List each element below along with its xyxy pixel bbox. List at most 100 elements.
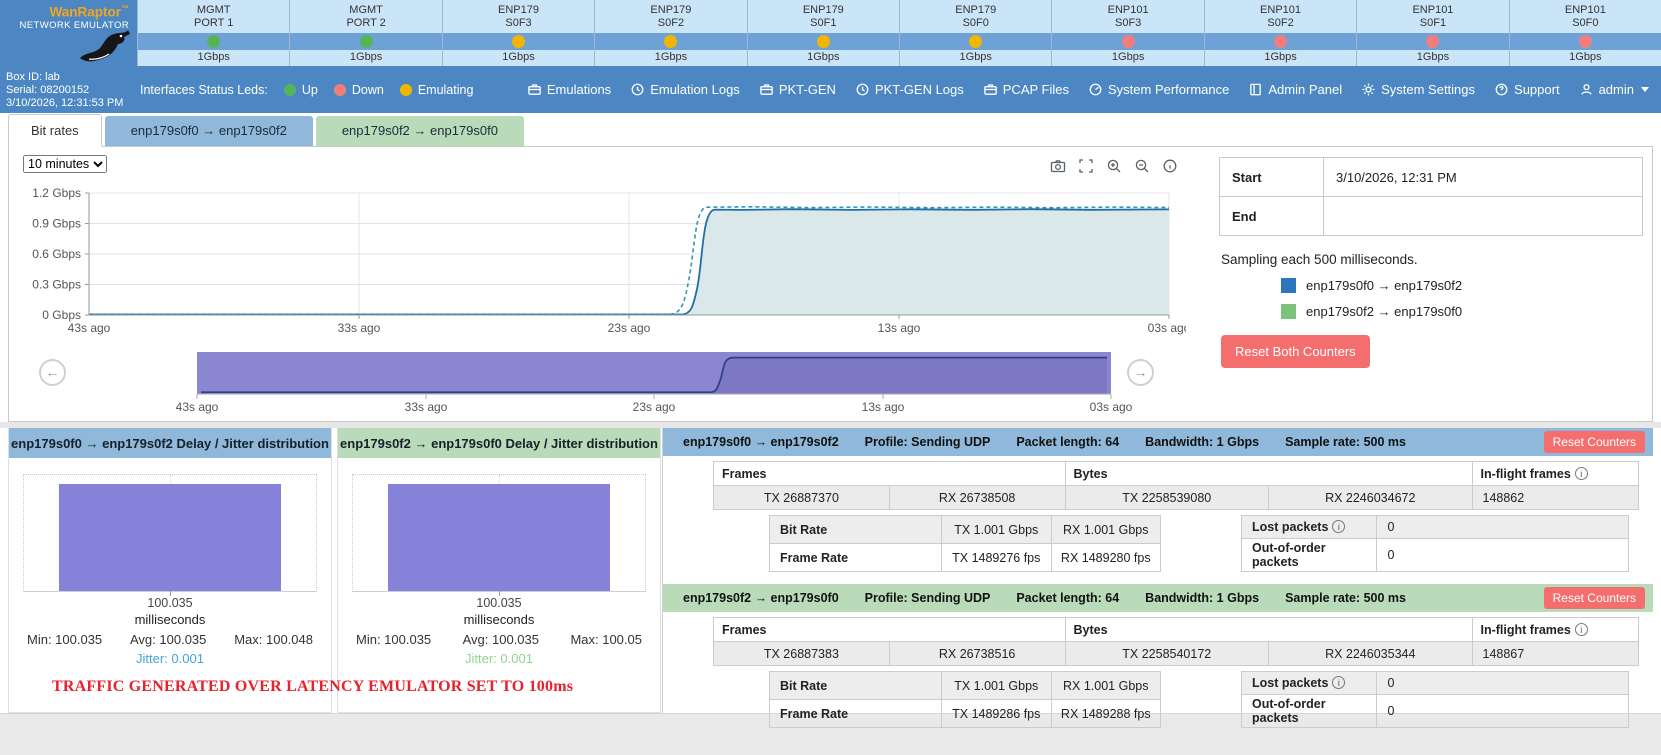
port-enp101s0f3[interactable]: ENP101S0F3 1Gbps bbox=[1051, 0, 1203, 66]
port-name-line1: ENP179 bbox=[748, 4, 899, 17]
port-enp101s0f2[interactable]: ENP101S0F2 1Gbps bbox=[1204, 0, 1356, 66]
port-rate: 1Gbps bbox=[1357, 50, 1508, 66]
bytes-tx: TX 2258540172 bbox=[1065, 642, 1269, 666]
clock-icon bbox=[630, 82, 645, 97]
zoom-out-icon[interactable] bbox=[1133, 157, 1151, 175]
port-name-line2: S0F3 bbox=[443, 17, 594, 30]
stats-title: enp179s0f2 → enp179s0f0 bbox=[683, 591, 839, 605]
frames-tx: TX 26887383 bbox=[714, 642, 890, 666]
bitrates-card: 10 minutes 1.2 Gbps 0.9 Gbps 0.6 Gbps bbox=[8, 146, 1653, 422]
svg-text:0 Gbps: 0 Gbps bbox=[42, 308, 81, 322]
info-icon[interactable] bbox=[1575, 467, 1588, 480]
reset-counters-button[interactable]: Reset Counters bbox=[1544, 431, 1645, 453]
port-status-led bbox=[1579, 35, 1592, 48]
zoom-in-icon[interactable] bbox=[1105, 157, 1123, 175]
distributions-section: enp179s0f0 → enp179s0f2 Delay / Jitter d… bbox=[0, 428, 663, 713]
port-enp179s0f0[interactable]: ENP179S0F0 1Gbps bbox=[899, 0, 1051, 66]
nav-emulations[interactable]: Emulations bbox=[527, 82, 611, 97]
min-value: Min: 100.035 bbox=[27, 632, 102, 647]
port-rate: 1Gbps bbox=[1205, 50, 1356, 66]
led-legend-down: Down bbox=[334, 83, 384, 97]
sampling-note: Sampling each 500 milliseconds. bbox=[1221, 252, 1655, 267]
bitrate-tx: TX 1.001 Gbps bbox=[942, 672, 1051, 700]
legend-item-forward[interactable]: enp179s0f0 → enp179s0f2 bbox=[1219, 278, 1655, 293]
ports-header: WanRaptor™ NETWORK EMULATOR MGMTPORT 1 1… bbox=[0, 0, 1661, 66]
out-of-order-label: Out-of-order packets bbox=[1242, 695, 1377, 728]
rate-table: Bit Rate TX 1.001 Gbps RX 1.001 Gbps Fra… bbox=[769, 671, 1161, 728]
port-name-line2: S0F2 bbox=[595, 17, 746, 30]
reset-counters-button[interactable]: Reset Counters bbox=[1544, 587, 1645, 609]
tab-enp179s0f2-to-enp179s0f0[interactable]: enp179s0f2 → enp179s0f0 bbox=[316, 116, 524, 146]
svg-text:1.2 Gbps: 1.2 Gbps bbox=[32, 186, 81, 200]
info-icon[interactable] bbox=[1332, 520, 1345, 533]
bottom-section: enp179s0f0 → enp179s0f2 Delay / Jitter d… bbox=[0, 428, 1661, 713]
histogram-unit: milliseconds bbox=[338, 612, 660, 627]
time-range-select[interactable]: 10 minutes bbox=[23, 155, 107, 173]
nav-emulation-logs[interactable]: Emulation Logs bbox=[630, 82, 740, 97]
info-icon[interactable] bbox=[1332, 676, 1345, 689]
x-axis-labels: 43s ago 33s ago 23s ago 13s ago 03s ago bbox=[68, 321, 1186, 335]
legend-item-reverse[interactable]: enp179s0f2 → enp179s0f0 bbox=[1219, 304, 1655, 319]
pan-left-button[interactable]: ← bbox=[39, 359, 66, 386]
chart-navigator[interactable]: 43s ago 33s ago 23s ago 13s ago 03s ago bbox=[21, 352, 1186, 414]
svg-text:33s ago: 33s ago bbox=[338, 321, 381, 335]
tab-bit-rates[interactable]: Bit rates bbox=[8, 114, 102, 147]
start-end-table: Start 3/10/2026, 12:31 PM End bbox=[1219, 157, 1643, 236]
jitter-value: Jitter: 0.001 bbox=[338, 651, 660, 666]
lost-packets-label: Lost packets bbox=[1242, 672, 1377, 695]
chevron-down-icon bbox=[1641, 87, 1649, 92]
port-status-led bbox=[1274, 35, 1287, 48]
frames-rx: RX 26738508 bbox=[889, 486, 1065, 510]
navigator-ticks bbox=[197, 394, 1111, 399]
system-info: Box ID: lab Serial: 08200152 3/10/2026, … bbox=[6, 71, 123, 110]
tab-enp179s0f0-to-enp179s0f2[interactable]: enp179s0f0 → enp179s0f2 bbox=[105, 116, 313, 146]
port-mgmt-port-2[interactable]: MGMTPORT 2 1Gbps bbox=[289, 0, 441, 66]
nav-pkt-gen[interactable]: PKT-GEN bbox=[759, 82, 836, 97]
svg-text:43s ago: 43s ago bbox=[68, 321, 111, 335]
stats-sample-rate: Sample rate: 500 ms bbox=[1285, 435, 1406, 449]
port-enp101s0f1[interactable]: ENP101S0F1 1Gbps bbox=[1356, 0, 1508, 66]
frames-bytes-table: Frames Bytes In-flight frames TX 2688737… bbox=[713, 461, 1639, 510]
led-legend-up: Up bbox=[284, 83, 318, 97]
port-status-led bbox=[1426, 35, 1439, 48]
fullscreen-icon[interactable] bbox=[1077, 157, 1095, 175]
stats-packet-length: Packet length: 64 bbox=[1016, 591, 1119, 605]
histogram-tick-label: 100.035 bbox=[338, 596, 660, 610]
frames-header: Frames bbox=[714, 618, 1066, 642]
svg-text:13s ago: 13s ago bbox=[862, 400, 905, 414]
brand-name: WanRaptor bbox=[50, 5, 122, 20]
nav-support[interactable]: Support bbox=[1494, 82, 1560, 97]
port-mgmt-port-1[interactable]: MGMTPORT 1 1Gbps bbox=[137, 0, 289, 66]
port-enp179s0f1[interactable]: ENP179S0F1 1Gbps bbox=[747, 0, 899, 66]
framerate-rx: RX 1489280 fps bbox=[1051, 544, 1161, 572]
down-led-icon bbox=[334, 84, 346, 96]
svg-text:43s ago: 43s ago bbox=[176, 400, 219, 414]
navigator-labels: 43s ago 33s ago 23s ago 13s ago 03s ago bbox=[176, 400, 1133, 414]
led-legend-label: Interfaces Status Leds: bbox=[140, 83, 268, 97]
port-rate: 1Gbps bbox=[595, 50, 746, 66]
nav-pcap-files[interactable]: PCAP Files bbox=[983, 82, 1069, 97]
info-icon[interactable] bbox=[1575, 623, 1588, 636]
frames-tx: TX 26887370 bbox=[714, 486, 890, 510]
nav-system-settings[interactable]: System Settings bbox=[1361, 82, 1475, 97]
nav-system-performance[interactable]: System Performance bbox=[1088, 82, 1229, 97]
port-status-led bbox=[664, 35, 677, 48]
nav-admin-panel[interactable]: Admin Panel bbox=[1248, 82, 1342, 97]
reset-both-counters-button[interactable]: Reset Both Counters bbox=[1221, 335, 1370, 368]
svg-text:0.6 Gbps: 0.6 Gbps bbox=[32, 247, 81, 261]
port-name-line1: ENP101 bbox=[1357, 4, 1508, 17]
stats-section: enp179s0f0 → enp179s0f2 Profile: Sending… bbox=[663, 428, 1661, 713]
port-enp101s0f0[interactable]: ENP101S0F0 1Gbps bbox=[1509, 0, 1661, 66]
nav-user-menu[interactable]: admin bbox=[1579, 82, 1649, 97]
port-enp179s0f3[interactable]: ENP179S0F3 1Gbps bbox=[442, 0, 594, 66]
briefcase-icon bbox=[983, 82, 998, 97]
bitrate-chart[interactable]: 1.2 Gbps 0.9 Gbps 0.6 Gbps 0.3 Gbps 0 Gb… bbox=[21, 185, 1186, 343]
pan-right-button[interactable]: → bbox=[1127, 359, 1154, 386]
nav-pkt-gen-logs[interactable]: PKT-GEN Logs bbox=[855, 82, 964, 97]
svg-text:23s ago: 23s ago bbox=[608, 321, 651, 335]
port-enp179s0f2[interactable]: ENP179S0F2 1Gbps bbox=[594, 0, 746, 66]
chart-info-icon[interactable] bbox=[1161, 157, 1179, 175]
distribution-title: enp179s0f2 → enp179s0f0 Delay / Jitter d… bbox=[338, 428, 660, 458]
distribution-panel-reverse: enp179s0f2 → enp179s0f0 Delay / Jitter d… bbox=[337, 428, 661, 713]
snapshot-camera-icon[interactable] bbox=[1049, 157, 1067, 175]
